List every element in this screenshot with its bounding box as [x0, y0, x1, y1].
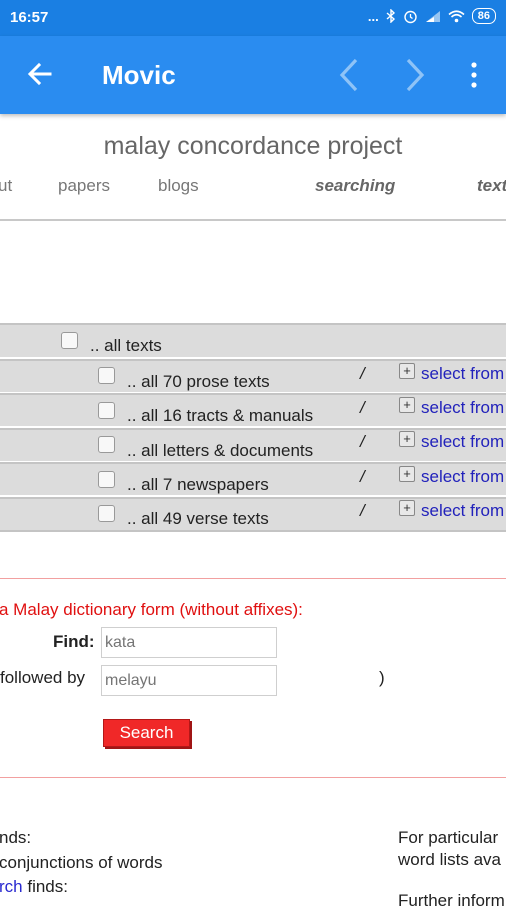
expand-plus-icon[interactable]: + [399, 431, 415, 447]
back-arrow-icon[interactable] [24, 58, 56, 90]
nav-link-papers[interactable]: papers [58, 176, 110, 196]
nav-link-blogs[interactable]: blogs [158, 176, 199, 196]
all-texts-label: .. all texts [90, 336, 162, 355]
site-title: malay concordance project [103, 132, 403, 160]
letters-documents-label: .. all letters & documents [127, 441, 314, 460]
row-separator: / [360, 398, 365, 417]
all-texts-checkbox[interactable] [61, 332, 78, 349]
tracts-manuals-checkbox[interactable] [98, 402, 115, 419]
prose-texts-checkbox[interactable] [98, 367, 115, 384]
search-link[interactable]: rch [0, 877, 23, 896]
select-from-link[interactable]: select from [421, 364, 504, 384]
footer-text-3: rch finds: [0, 877, 68, 896]
status-time: 16:57 [10, 9, 49, 26]
row-separator: / [360, 432, 365, 451]
status-icons: ... 86 [368, 8, 496, 24]
footer-text-1: nds: [0, 828, 32, 847]
chevron-left-icon[interactable] [334, 56, 364, 94]
wifi-icon [448, 9, 465, 22]
nav-link-searching[interactable]: searching [315, 176, 395, 196]
expand-plus-icon[interactable]: + [399, 363, 415, 379]
letters-documents-checkbox[interactable] [98, 436, 115, 453]
closing-paren: ) [379, 668, 385, 687]
find-input[interactable] [101, 627, 277, 658]
followed-by-input[interactable] [101, 665, 277, 696]
more-vert-icon[interactable] [462, 58, 486, 92]
search-button[interactable]: Search [103, 719, 190, 747]
followed-by-label: followed by [0, 668, 86, 687]
row-separator: / [360, 501, 365, 520]
find-label: Find: [53, 632, 95, 651]
select-from-link[interactable]: select from [421, 432, 504, 452]
verse-texts-checkbox[interactable] [98, 505, 115, 522]
footer-right-3: Further inform [398, 891, 505, 910]
form-top-divider [0, 578, 506, 579]
nav-link-about[interactable]: ut [0, 176, 12, 196]
footer-text-2: conjunctions of words [0, 853, 163, 872]
form-bottom-divider [0, 777, 506, 778]
bluetooth-icon [386, 9, 395, 23]
expand-plus-icon[interactable]: + [399, 466, 415, 482]
expand-plus-icon[interactable]: + [399, 397, 415, 413]
row-separator: / [360, 364, 365, 383]
newspapers-checkbox[interactable] [98, 471, 115, 488]
select-from-link[interactable]: select from [421, 398, 504, 418]
footer-right-2: word lists ava [398, 850, 501, 869]
prose-texts-label: .. all 70 prose texts [127, 372, 270, 391]
footer-right-1: For particular [398, 828, 499, 847]
alarm-icon [404, 10, 417, 23]
status-bar: 16:57 ... 86 [0, 0, 506, 36]
verse-texts-label: .. all 49 verse texts [127, 509, 269, 528]
expand-plus-icon[interactable]: + [399, 500, 415, 516]
app-bar: Movic [0, 36, 506, 114]
row-separator: / [360, 467, 365, 486]
signal-icon [425, 10, 440, 22]
battery-icon: 86 [471, 8, 496, 24]
tracts-manuals-label: .. all 16 tracts & manuals [127, 406, 314, 425]
notification-dots-icon: ... [367, 8, 379, 24]
nav-link-texts[interactable]: text [477, 176, 506, 196]
header-divider [0, 219, 506, 221]
select-from-link[interactable]: select from [421, 501, 504, 521]
chevron-right-icon[interactable] [400, 56, 430, 94]
newspapers-label: .. all 7 newspapers [127, 475, 269, 494]
app-title: Movic [102, 60, 176, 90]
form-instruction: a Malay dictionary form (without affixes… [0, 600, 303, 619]
select-from-link[interactable]: select from [421, 467, 504, 487]
